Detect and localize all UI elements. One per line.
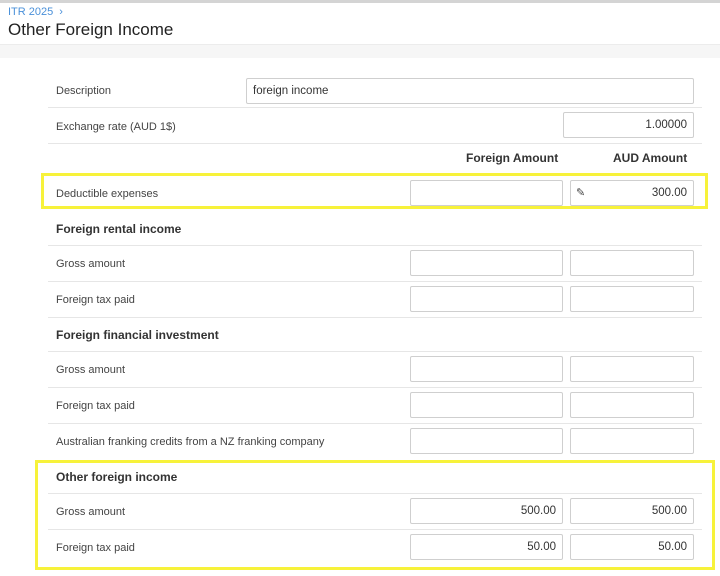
pencil-icon[interactable]: ✎ [576,187,588,199]
rental-gross-aud-input[interactable] [570,250,694,276]
aud-amount-header: AUD Amount [613,151,688,165]
rental-gross-foreign-input[interactable] [410,250,563,276]
header-divider [0,44,720,58]
top-border [0,0,720,3]
other-section-header: Other foreign income [48,460,702,494]
rental-gross-label: Gross amount [56,258,126,270]
breadcrumb: ITR 2025 › [8,6,63,18]
description-input[interactable] [246,78,694,104]
rental-tax-foreign-input[interactable] [410,286,563,312]
breadcrumb-separator: › [59,6,63,18]
rental-section-title: Foreign rental income [56,222,182,236]
other-section-title: Other foreign income [56,470,178,484]
deductible-foreign-input[interactable] [410,180,563,206]
deductible-expenses-label: Deductible expenses [56,188,159,200]
other-tax-label: Foreign tax paid [56,542,135,554]
investment-gross-label: Gross amount [56,364,126,376]
investment-tax-aud-input[interactable] [570,392,694,418]
franking-foreign-input[interactable] [410,428,563,454]
other-tax-aud-input[interactable] [570,534,694,560]
rental-tax-aud-input[interactable] [570,286,694,312]
foreign-amount-header: Foreign Amount [466,151,559,165]
deductible-aud-input[interactable] [570,180,694,206]
investment-section-header: Foreign financial investment [48,318,702,352]
description-label: Description [56,85,112,97]
franking-aud-input[interactable] [570,428,694,454]
exchange-rate-label: Exchange rate (AUD 1$) [56,121,176,133]
franking-label: Australian franking credits from a NZ fr… [56,436,325,448]
investment-tax-foreign-input[interactable] [410,392,563,418]
other-gross-foreign-input[interactable] [410,498,563,524]
investment-gross-aud-input[interactable] [570,356,694,382]
other-tax-foreign-input[interactable] [410,534,563,560]
other-gross-aud-input[interactable] [570,498,694,524]
exchange-rate-input[interactable] [563,112,694,138]
page-title: Other Foreign Income [8,20,174,39]
investment-gross-foreign-input[interactable] [410,356,563,382]
investment-tax-label: Foreign tax paid [56,400,135,412]
other-gross-label: Gross amount [56,506,126,518]
rental-section-header: Foreign rental income [48,212,702,246]
breadcrumb-root-link[interactable]: ITR 2025 [8,6,53,18]
rental-tax-label: Foreign tax paid [56,294,135,306]
investment-section-title: Foreign financial investment [56,328,219,342]
